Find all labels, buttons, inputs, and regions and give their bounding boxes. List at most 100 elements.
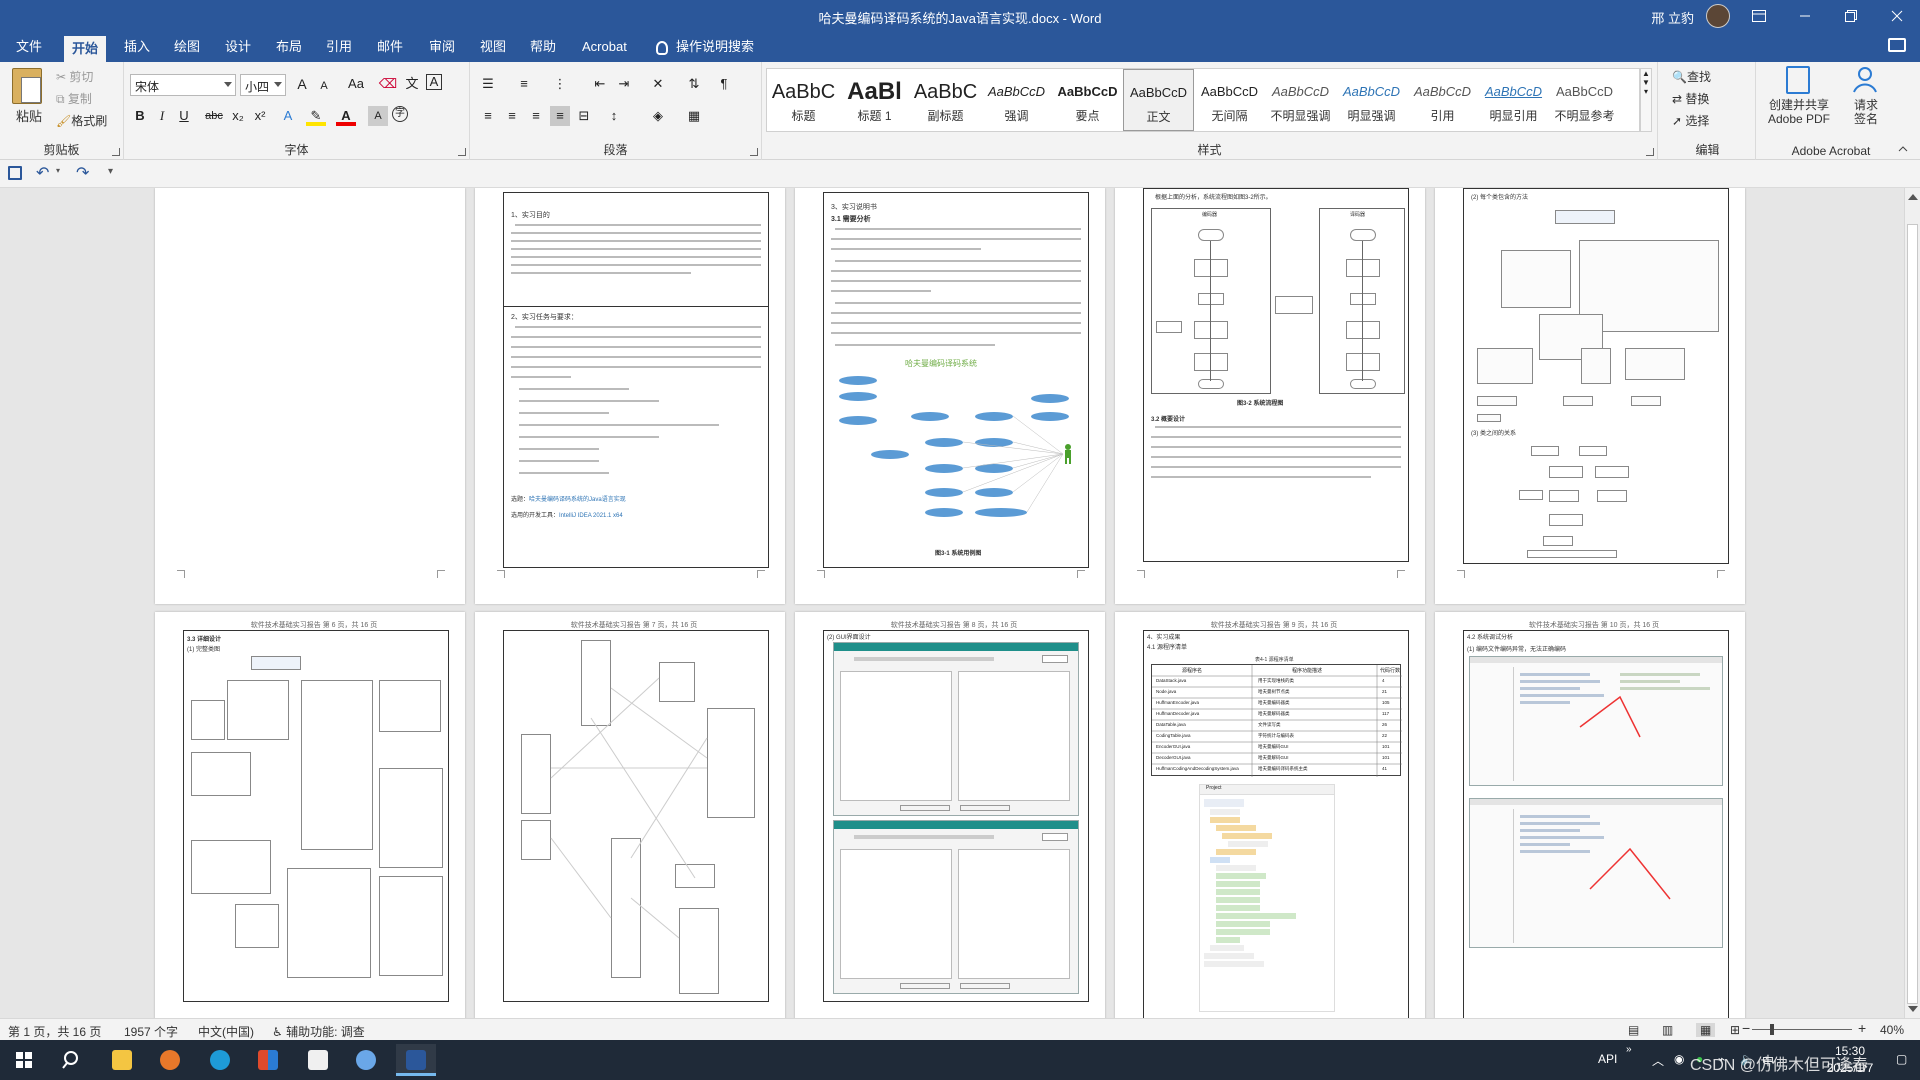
highlight-icon[interactable]: ✎: [306, 106, 326, 126]
redo-icon[interactable]: ↷: [76, 163, 89, 183]
borders-icon[interactable]: ▦: [684, 106, 704, 126]
numbering-icon[interactable]: ≡: [514, 74, 534, 94]
zoom-out-icon[interactable]: −: [1742, 1020, 1750, 1036]
print-layout-icon[interactable]: ▦: [1696, 1023, 1716, 1037]
clipboard-launcher-icon[interactable]: [112, 148, 120, 156]
page-thumbnail-2[interactable]: 1、实习目的 2、实习任务与要求： 选题：哈夫曼编码译码系统的Java语言实现 …: [475, 188, 785, 604]
word-count[interactable]: 1957 个字: [124, 1023, 178, 1040]
font-name-combo[interactable]: 宋体: [130, 74, 236, 96]
close-icon[interactable]: [1874, 0, 1920, 32]
tab-home[interactable]: 开始: [64, 36, 107, 62]
tab-view[interactable]: 视图: [472, 32, 514, 62]
tell-me-search[interactable]: 操作说明搜索: [656, 32, 754, 62]
replace-button[interactable]: ⇄ 替换: [1672, 90, 1709, 107]
start-icon[interactable]: [4, 1044, 44, 1076]
collapse-ribbon-icon[interactable]: [1898, 143, 1908, 153]
create-pdf-button[interactable]: 创建并共享 Adobe PDF: [1762, 98, 1836, 126]
document-area[interactable]: 1、实习目的 2、实习任务与要求： 选题：哈夫曼编码译码系统的Java语言实现 …: [0, 188, 1904, 1018]
phonetic-guide-icon[interactable]: 文: [402, 74, 422, 94]
superscript-button[interactable]: x²: [250, 106, 270, 126]
search-app-icon[interactable]: [150, 1044, 190, 1076]
notes-app-icon[interactable]: [298, 1044, 338, 1076]
tab-references[interactable]: 引用: [318, 32, 360, 62]
page-thumbnail-1[interactable]: [155, 188, 465, 604]
text-effects-icon[interactable]: A: [278, 106, 298, 126]
page-count[interactable]: 第 1 页，共 16 页: [8, 1023, 101, 1040]
bold-button[interactable]: B: [130, 106, 150, 126]
chinese-layout-icon[interactable]: ✕: [648, 74, 668, 94]
align-left-icon[interactable]: ≡: [478, 106, 498, 126]
distributed-icon[interactable]: ⊟: [574, 106, 594, 126]
paragraph-launcher-icon[interactable]: [750, 148, 758, 156]
tray-overflow-icon[interactable]: »: [1626, 1044, 1632, 1055]
grow-font-button[interactable]: A: [292, 74, 312, 94]
tab-draw[interactable]: 绘图: [166, 32, 208, 62]
language-indicator[interactable]: 中文(中国): [198, 1023, 254, 1040]
page-thumbnail-3[interactable]: 3、实习说明书 3.1 需要分析 哈夫曼编码译码系统 图3-1 系统用例图: [795, 188, 1105, 604]
accessibility-status[interactable]: ♿ 辅助功能: 调查: [272, 1023, 365, 1040]
save-icon[interactable]: [8, 166, 22, 180]
request-signature-button[interactable]: 请求 签名: [1844, 98, 1888, 126]
search-icon[interactable]: [52, 1044, 92, 1076]
styles-launcher-icon[interactable]: [1646, 148, 1654, 156]
office-app-icon[interactable]: [248, 1044, 288, 1076]
align-center-icon[interactable]: ≡: [502, 106, 522, 126]
character-border-icon[interactable]: A: [426, 74, 442, 90]
web-layout-icon[interactable]: ⊞: [1730, 1023, 1740, 1037]
style-subtle-emphasis[interactable]: AaBbCcD 不明显强调: [1265, 69, 1336, 131]
font-size-combo[interactable]: 小四: [240, 74, 286, 96]
tab-mailings[interactable]: 邮件: [369, 32, 411, 62]
style-emphasis[interactable]: AaBbCcD 强调: [981, 69, 1052, 131]
tab-layout[interactable]: 布局: [268, 32, 310, 62]
style-heading-1[interactable]: AaBl 标题 1: [839, 69, 910, 131]
page-thumbnail-4[interactable]: 根据上面的分析，系统流程图如图3-2所示。 编码器 译码器 图3-2 系统流程图…: [1115, 188, 1425, 604]
tray-chevron-icon[interactable]: ︿: [1652, 1052, 1664, 1069]
italic-button[interactable]: I: [152, 106, 172, 126]
zoom-slider[interactable]: [1752, 1029, 1852, 1030]
tab-file[interactable]: 文件: [8, 32, 50, 62]
page-thumbnail-5[interactable]: (2) 每个类包含的方法 (3) 类之间的关系: [1435, 188, 1745, 604]
select-button[interactable]: ➚ 选择: [1672, 112, 1709, 129]
undo-icon[interactable]: ↶: [36, 163, 49, 183]
zoom-level[interactable]: 40%: [1880, 1023, 1904, 1037]
customize-qat-icon[interactable]: ▾: [108, 166, 113, 177]
paste-icon[interactable]: [12, 68, 42, 104]
ribbon-display-icon[interactable]: [1736, 0, 1782, 32]
zoom-slider-thumb[interactable]: [1770, 1024, 1774, 1035]
line-spacing-icon[interactable]: ↕: [604, 106, 624, 126]
change-case-button[interactable]: Aa: [342, 74, 370, 94]
tab-insert[interactable]: 插入: [116, 32, 158, 62]
styles-gallery-scroll[interactable]: ▲ ▼ ▾: [1640, 68, 1652, 132]
style-quote[interactable]: AaBbCcD 引用: [1407, 69, 1478, 131]
vertical-scrollbar[interactable]: [1904, 188, 1920, 1018]
edge-icon[interactable]: [200, 1044, 240, 1076]
find-button[interactable]: 🔍查找: [1672, 68, 1711, 85]
character-shading-icon[interactable]: A: [368, 106, 388, 126]
browser-app-icon[interactable]: [346, 1044, 386, 1076]
focus-mode-icon[interactable]: ▤: [1628, 1023, 1639, 1037]
shrink-font-button[interactable]: A: [314, 76, 334, 96]
word-taskbar-icon[interactable]: [396, 1044, 436, 1076]
tab-design[interactable]: 设计: [217, 32, 259, 62]
strikethrough-button[interactable]: abc: [200, 106, 228, 126]
font-color-icon[interactable]: A: [336, 106, 356, 126]
scroll-down-icon[interactable]: [1908, 1006, 1918, 1012]
format-painter-button[interactable]: 🖌格式刷: [56, 112, 107, 129]
tab-acrobat[interactable]: Acrobat: [574, 32, 635, 62]
clear-format-icon[interactable]: ⌫: [378, 74, 398, 94]
justify-icon[interactable]: ≡: [550, 106, 570, 126]
style-title[interactable]: AaBbC 标题: [768, 69, 839, 131]
tray-api-label[interactable]: API: [1598, 1052, 1617, 1066]
tab-help[interactable]: 帮助: [522, 32, 564, 62]
notification-icon[interactable]: ▢: [1896, 1052, 1907, 1066]
font-launcher-icon[interactable]: [458, 148, 466, 156]
increase-indent-icon[interactable]: ⇥: [614, 74, 634, 94]
style-normal[interactable]: AaBbCcD 正文: [1123, 69, 1194, 131]
cut-button[interactable]: ✂ 剪切: [56, 68, 93, 85]
copy-button[interactable]: ⧉ 复制: [56, 90, 92, 107]
multilevel-list-icon[interactable]: ⋮: [550, 74, 570, 94]
sort-icon[interactable]: ⇅: [684, 74, 704, 94]
paste-button[interactable]: 粘贴: [16, 106, 42, 125]
style-subtle-reference[interactable]: AaBbCcD 不明显参考: [1549, 69, 1620, 131]
align-right-icon[interactable]: ≡: [526, 106, 546, 126]
